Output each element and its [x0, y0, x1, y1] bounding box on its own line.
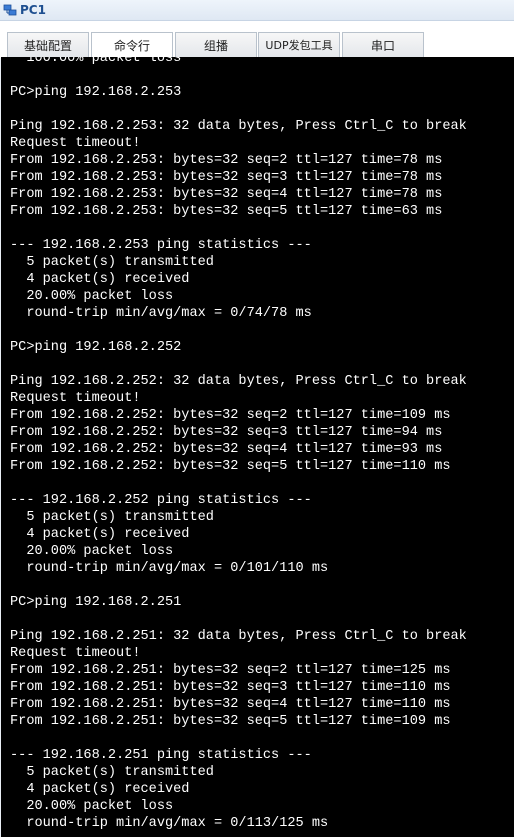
tab-serial-port[interactable]: 串口 — [342, 32, 424, 57]
console-line: 5 packet(s) transmitted — [10, 765, 214, 780]
console-line: From 192.168.2.251: bytes=32 seq=3 ttl=1… — [10, 680, 451, 695]
tab-strip: 基础配置 命令行 组播 UDP发包工具 串口 — [0, 21, 514, 58]
console-line: PC>ping 192.168.2.253 — [10, 85, 182, 100]
pc1-window: PC1 基础配置 命令行 组播 UDP发包工具 串口 100.00% packe… — [0, 0, 514, 837]
console-line: --- 192.168.2.253 ping statistics --- — [10, 238, 312, 253]
console-line: From 192.168.2.253: bytes=32 seq=5 ttl=1… — [10, 204, 443, 219]
console-line: From 192.168.2.251: bytes=32 seq=5 ttl=1… — [10, 714, 451, 729]
console-line: Ping 192.168.2.253: 32 data bytes, Press… — [10, 119, 467, 134]
console-line: 100.00% packet loss — [10, 57, 182, 66]
tab-multicast[interactable]: 组播 — [175, 32, 257, 57]
window-title: PC1 — [20, 3, 46, 17]
command-console[interactable]: 100.00% packet loss PC>ping 192.168.2.253… — [1, 57, 514, 837]
console-line: 5 packet(s) transmitted — [10, 255, 214, 270]
console-line: round-trip min/avg/max = 0/74/78 ms — [10, 306, 312, 321]
console-line: From 192.168.2.253: bytes=32 seq=3 ttl=1… — [10, 170, 443, 185]
console-line: Request timeout! — [10, 646, 141, 661]
console-line: --- 192.168.2.251 ping statistics --- — [10, 748, 312, 763]
console-line: Request timeout! — [10, 391, 141, 406]
console-line: 4 packet(s) received — [10, 527, 190, 542]
console-line: From 192.168.2.251: bytes=32 seq=4 ttl=1… — [10, 697, 451, 712]
console-line: 20.00% packet loss — [10, 799, 174, 814]
console-line: From 192.168.2.251: bytes=32 seq=2 ttl=1… — [10, 663, 451, 678]
network-pc-icon — [3, 3, 17, 17]
console-line: round-trip min/avg/max = 0/101/110 ms — [10, 561, 329, 576]
console-line: From 192.168.2.252: bytes=32 seq=4 ttl=1… — [10, 442, 443, 457]
console-line: 20.00% packet loss — [10, 289, 174, 304]
console-line: From 192.168.2.253: bytes=32 seq=4 ttl=1… — [10, 187, 443, 202]
console-output: 100.00% packet loss PC>ping 192.168.2.253… — [10, 57, 514, 832]
console-line: PC>ping 192.168.2.252 — [10, 340, 182, 355]
console-line: 4 packet(s) received — [10, 782, 190, 797]
console-line: Ping 192.168.2.252: 32 data bytes, Press… — [10, 374, 467, 389]
tab-command-line[interactable]: 命令行 — [91, 32, 173, 58]
console-line: Ping 192.168.2.251: 32 data bytes, Press… — [10, 629, 467, 644]
console-line: From 192.168.2.252: bytes=32 seq=5 ttl=1… — [10, 459, 451, 474]
console-line: --- 192.168.2.252 ping statistics --- — [10, 493, 312, 508]
console-line: 20.00% packet loss — [10, 544, 174, 559]
console-line: 4 packet(s) received — [10, 272, 190, 287]
console-line: PC>ping 192.168.2.251 — [10, 595, 182, 610]
console-line: round-trip min/avg/max = 0/113/125 ms — [10, 816, 329, 831]
console-line: From 192.168.2.252: bytes=32 seq=2 ttl=1… — [10, 408, 451, 423]
console-line: From 192.168.2.253: bytes=32 seq=2 ttl=1… — [10, 153, 443, 168]
console-line: From 192.168.2.252: bytes=32 seq=3 ttl=1… — [10, 425, 443, 440]
title-bar[interactable]: PC1 — [0, 0, 514, 21]
tab-basic-config[interactable]: 基础配置 — [7, 32, 89, 57]
console-line: Request timeout! — [10, 136, 141, 151]
console-line: 5 packet(s) transmitted — [10, 510, 214, 525]
tab-udp-tool[interactable]: UDP发包工具 — [258, 32, 340, 57]
